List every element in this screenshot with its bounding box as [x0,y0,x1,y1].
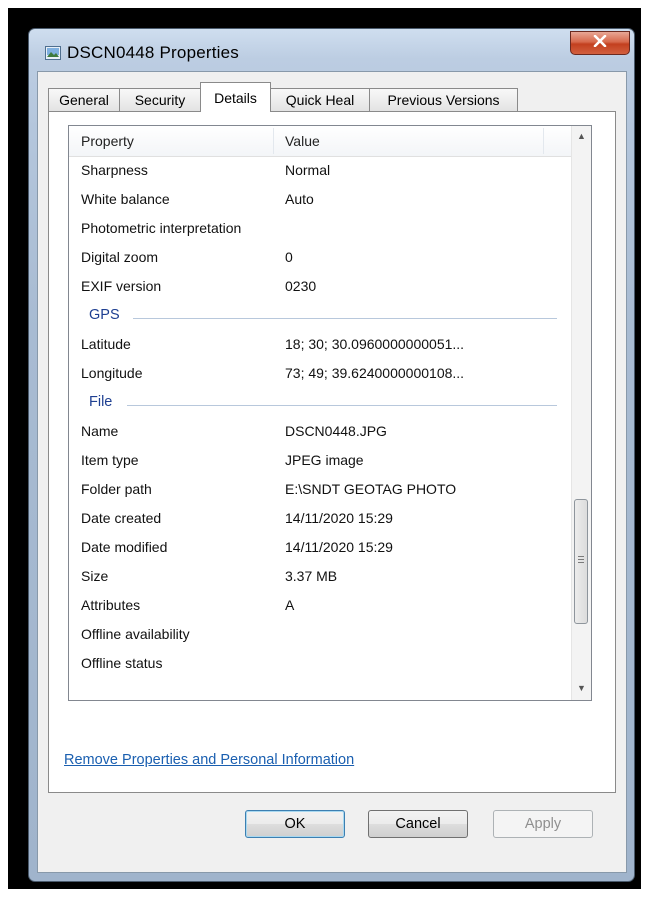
group-label: File [89,394,113,410]
grip-line [578,556,584,557]
details-panel: Property Value Sharpness Normal White bal… [48,111,616,793]
group-header-file: File [69,389,571,418]
property-name: EXIF version [81,278,162,294]
column-divider[interactable] [273,128,274,154]
cancel-button[interactable]: Cancel [368,810,468,838]
list-item[interactable]: Date created 14/11/2020 15:29 [69,505,571,534]
group-divider [133,318,557,319]
property-name: Longitude [81,365,143,381]
property-value: JPEG image [285,452,364,468]
scroll-down-button[interactable]: ▼ [572,679,591,697]
properties-dialog: DSCN0448 Properties General Security Det… [28,28,635,882]
list-header: Property Value [69,126,571,157]
property-value: 18; 30; 30.0960000000051... [285,336,465,352]
tab-label: Security [134,92,186,108]
grip-line [578,559,584,560]
property-name: Offline availability [81,626,190,642]
property-name: Date modified [81,539,168,555]
property-name: White balance [81,191,170,207]
list-item[interactable]: Item type JPEG image [69,447,571,476]
property-name: Folder path [81,481,152,497]
list-item[interactable]: Sharpness Normal [69,157,571,186]
tab-quick-heal[interactable]: Quick Heal [270,88,370,111]
property-value: 14/11/2020 15:29 [285,510,393,526]
list-item[interactable]: Latitude 18; 30; 30.0960000000051... [69,331,571,360]
property-value: 14/11/2020 15:29 [285,539,393,555]
tab-security[interactable]: Security [119,88,201,111]
list-item[interactable]: Photometric interpretation [69,215,571,244]
tab-label: Details [214,89,257,106]
column-header-value[interactable]: Value [285,126,535,156]
dialog-client-area: General Security Details Quick Heal Prev… [37,71,627,873]
property-value: DSCN0448.JPG [285,423,387,439]
scroll-up-button[interactable]: ▲ [572,127,591,145]
ok-button[interactable]: OK [245,810,345,838]
list-item[interactable]: Digital zoom 0 [69,244,571,273]
window-title: DSCN0448 Properties [67,43,239,62]
list-item[interactable]: Name DSCN0448.JPG [69,418,571,447]
list-item[interactable]: Attributes A [69,592,571,621]
list-item[interactable]: Offline availability [69,621,571,650]
group-header-gps: GPS [69,302,571,331]
column-divider[interactable] [543,128,544,154]
property-name: Photometric interpretation [81,220,242,236]
tab-label: Previous Versions [387,92,500,108]
property-name: Item type [81,452,139,468]
list-item[interactable]: White balance Auto [69,186,571,215]
property-name: Name [81,423,119,439]
tab-label: General [59,92,109,108]
property-name: Date created [81,510,162,526]
close-icon [593,34,607,52]
list-rows: Sharpness Normal White balance Auto Photom… [69,157,571,679]
property-name: Offline status [81,655,163,671]
list-item[interactable]: EXIF version 0230 [69,273,571,302]
arrow-down-icon: ▼ [577,683,586,693]
column-header-property[interactable]: Property [81,126,271,156]
property-name: Sharpness [81,162,148,178]
property-value: 0 [285,249,293,265]
tab-previous-versions[interactable]: Previous Versions [369,88,518,111]
tab-details[interactable]: Details [200,82,271,112]
group-label: GPS [89,307,120,323]
property-value: 3.37 MB [285,568,338,584]
property-value: 73; 49; 39.6240000000108... [285,365,465,381]
arrow-up-icon: ▲ [577,131,586,141]
list-item[interactable]: Longitude 73; 49; 39.6240000000108... [69,360,571,389]
property-value: A [285,597,295,613]
grip-line [578,562,584,563]
remove-properties-link[interactable]: Remove Properties and Personal Informati… [64,752,354,768]
tab-general[interactable]: General [48,88,120,111]
property-name: Digital zoom [81,249,159,265]
property-value: E:\SNDT GEOTAG PHOTO [285,481,457,497]
list-item[interactable]: Folder path E:\SNDT GEOTAG PHOTO [69,476,571,505]
image-file-icon [45,45,61,61]
cancel-label: Cancel [395,816,441,832]
title-bar[interactable]: DSCN0448 Properties [29,29,634,73]
vertical-scrollbar[interactable]: ▲ ▼ [571,126,591,700]
property-value: Normal [285,162,331,178]
details-list[interactable]: Property Value Sharpness Normal White bal… [68,125,592,701]
property-name: Latitude [81,336,131,352]
ok-label: OK [284,816,306,832]
close-button[interactable] [570,31,630,55]
tab-label: Quick Heal [285,92,355,108]
property-name: Size [81,568,109,584]
list-item[interactable]: Date modified 14/11/2020 15:29 [69,534,571,563]
property-name: Attributes [81,597,141,613]
scroll-thumb[interactable] [574,499,588,624]
screenshot-frame: DSCN0448 Properties General Security Det… [8,8,641,889]
list-item[interactable]: Size 3.37 MB [69,563,571,592]
apply-button[interactable]: Apply [493,810,593,838]
group-divider [127,405,557,406]
list-item[interactable]: Offline status [69,650,571,679]
property-value: Auto [285,191,314,207]
apply-label: Apply [524,816,562,832]
property-value: 0230 [285,278,317,294]
